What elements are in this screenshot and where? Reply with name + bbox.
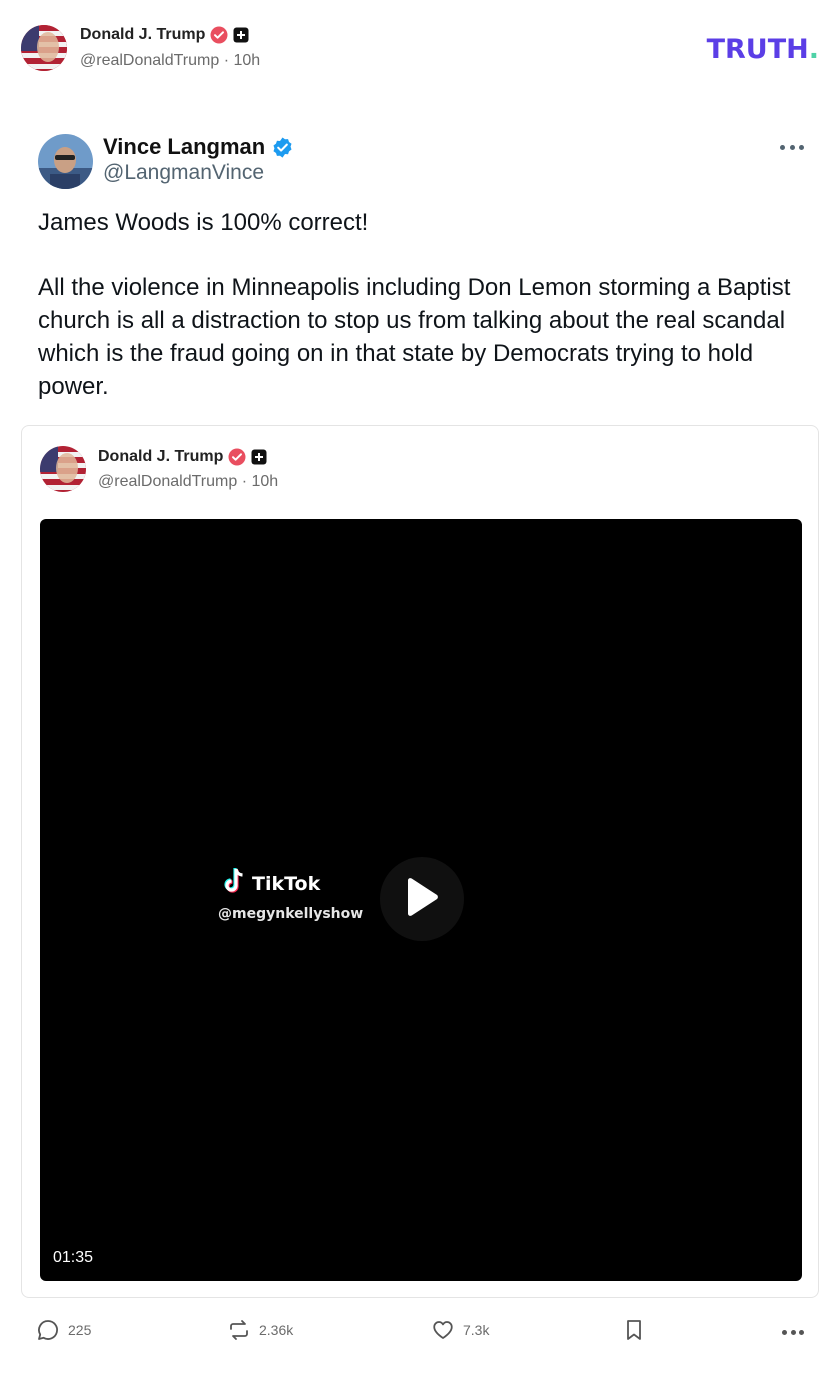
reply-count: 225 — [68, 1322, 92, 1338]
more-dot — [799, 1330, 804, 1335]
author-meta: @realDonaldTrump · 10h — [80, 52, 260, 70]
embedded-author-meta: @realDonaldTrump · 10h — [98, 473, 278, 491]
brand-dot: . — [808, 34, 819, 65]
bookmark-icon — [623, 1318, 645, 1342]
reply-button[interactable]: 225 — [36, 1318, 91, 1342]
video-duration: 01:35 — [53, 1249, 94, 1266]
retruth-button[interactable]: 2.36k — [227, 1318, 293, 1342]
author-avatar[interactable] — [21, 25, 67, 71]
quoted-text-line-2: All the violence in Minneapolis includin… — [38, 274, 791, 400]
plus-badge-icon — [233, 27, 249, 43]
tiktok-username: @megynkellyshow — [218, 906, 364, 922]
video-player[interactable]: TikTok @megynkellyshow 01:35 — [40, 519, 802, 1281]
embedded-author-handle[interactable]: @realDonaldTrump — [98, 473, 237, 490]
more-options-button[interactable] — [782, 1330, 804, 1336]
embedded-author-name[interactable]: Donald J. Trump — [98, 448, 223, 466]
embedded-post-time[interactable]: 10h — [252, 473, 279, 490]
more-dot — [790, 1330, 796, 1335]
brand-text: TRUTH — [706, 34, 809, 65]
embedded-post-card[interactable]: Donald J. Trump @realDonaldTrump · 10h T… — [21, 425, 819, 1298]
tiktok-icon — [222, 867, 248, 900]
like-button[interactable]: 7.3k — [431, 1318, 489, 1342]
play-icon — [404, 877, 440, 922]
like-count: 7.3k — [463, 1322, 490, 1338]
truth-logo[interactable]: TRUTH. — [707, 34, 819, 65]
post-time[interactable]: 10h — [234, 52, 261, 69]
like-icon — [431, 1318, 455, 1342]
quoted-handle: @LangmanVince — [103, 161, 265, 184]
meta-separator: · — [241, 473, 252, 490]
tiktok-wordmark: TikTok — [252, 872, 321, 895]
author-name[interactable]: Donald J. Trump — [80, 26, 205, 44]
verified-icon — [210, 26, 228, 44]
meta-separator: · — [223, 52, 234, 69]
action-bar: 225 2.36k 7.3k — [0, 1318, 840, 1348]
more-dot — [782, 1330, 787, 1335]
reply-icon — [36, 1318, 60, 1342]
verified-icon — [228, 448, 246, 466]
post-header: Donald J. Trump @realDonaldTrump · 10h T… — [21, 24, 821, 74]
bookmark-button[interactable] — [623, 1318, 645, 1342]
quoted-text-line-1: James Woods is 100% correct! — [38, 209, 369, 236]
retruth-icon — [227, 1318, 251, 1342]
blue-check-icon — [271, 136, 294, 159]
author-handle[interactable]: @realDonaldTrump — [80, 52, 219, 69]
embedded-author-avatar[interactable] — [40, 446, 86, 492]
play-button[interactable] — [380, 857, 464, 941]
quoted-name: Vince Langman — [103, 134, 266, 159]
plus-badge-icon — [251, 449, 267, 465]
quoted-avatar — [38, 134, 93, 189]
tiktok-watermark: TikTok @megynkellyshow — [218, 867, 368, 922]
quoted-text: James Woods is 100% correct! All the vio… — [38, 206, 808, 403]
retruth-count: 2.36k — [259, 1322, 294, 1338]
more-icon — [780, 140, 804, 154]
